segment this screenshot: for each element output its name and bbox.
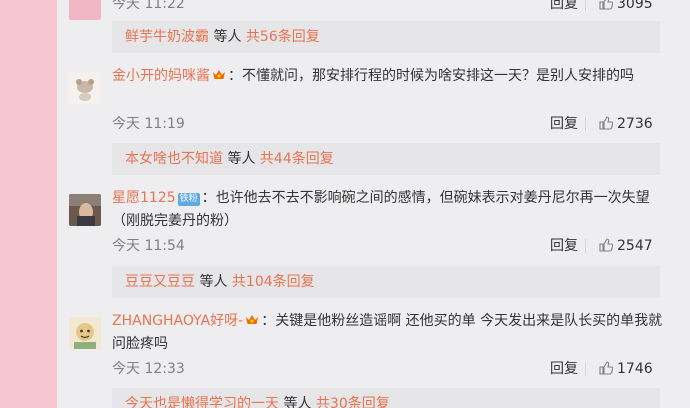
comment-time: 今天 12:33 <box>112 361 185 377</box>
comment-meta: 今天 11:19 回复 2736 <box>112 114 672 134</box>
subreply-user-link[interactable]: 鲜芋牛奶波霸 <box>125 29 209 45</box>
thumbs-up-icon <box>599 0 614 10</box>
thumbs-up-icon <box>599 361 614 375</box>
comment-meta: 今天 11:54 回复 2547 <box>112 236 672 256</box>
subreply-box[interactable]: 今天也是懒得学习的一天 等人 共30条回复 <box>112 388 660 408</box>
avatar[interactable] <box>69 194 101 226</box>
thumbs-up-icon <box>599 238 614 252</box>
comment-time: 今天 11:22 <box>112 0 185 12</box>
vip-crown-icon <box>246 315 259 324</box>
subreply-count-link[interactable]: 共44条回复 <box>260 151 334 167</box>
comment-text: ZHANGHAOYA好呀- ：关键是他粉丝造谣啊 还他买的单 今天发出来是队长买的… <box>112 310 672 356</box>
divider <box>585 362 586 376</box>
subreply-count-link[interactable]: 共104条回复 <box>232 274 315 290</box>
comment-text: 星愿1125 铁粉 ：也许他去不去不影响碗之间的感情，但碗妹表示对姜丹尼尔再一次失望… <box>112 187 672 233</box>
comment-body: ：不懂就问，那安排行程的时候为啥安排这一天？是别人安排的吗 <box>228 68 634 84</box>
divider <box>585 117 586 131</box>
subreply-connector: 等人 <box>213 29 242 45</box>
comment-username[interactable]: 星愿1125 <box>112 190 176 206</box>
subreply-connector: 等人 <box>283 396 312 408</box>
like-count: 2547 <box>617 238 653 254</box>
divider <box>585 0 586 11</box>
subreply-user-link[interactable]: 本女啥也不知道 <box>125 151 223 167</box>
like-count: 2736 <box>617 116 653 132</box>
subreply-count-link[interactable]: 共56条回复 <box>246 29 320 45</box>
like-button[interactable]: 2736 <box>599 114 653 134</box>
comment-meta: 今天 12:33 回复 1746 <box>112 359 672 379</box>
like-button[interactable]: 3095 <box>599 0 653 14</box>
comment-meta: 今天 11:22 回复 3095 <box>112 0 672 14</box>
like-count: 3095 <box>617 0 653 12</box>
like-button[interactable]: 1746 <box>599 359 653 379</box>
avatar[interactable] <box>69 0 101 20</box>
like-button[interactable]: 2547 <box>599 236 653 256</box>
subreply-box[interactable]: 鲜芋牛奶波霸 等人 共56条回复 <box>112 21 660 53</box>
divider <box>585 239 586 253</box>
reply-button[interactable]: 回复 <box>550 236 578 256</box>
comment-time: 今天 11:19 <box>112 116 185 132</box>
subreply-connector: 等人 <box>227 151 256 167</box>
fan-badge: 铁粉 <box>177 193 200 206</box>
comment-username[interactable]: 金小开的妈咪酱 <box>112 68 210 84</box>
vip-crown-icon <box>213 70 225 79</box>
reply-button[interactable]: 回复 <box>550 0 578 14</box>
thumbs-up-icon <box>599 116 614 130</box>
reply-button[interactable]: 回复 <box>550 359 578 379</box>
reply-button[interactable]: 回复 <box>550 114 578 134</box>
subreply-count-link[interactable]: 共30条回复 <box>316 396 390 408</box>
comment-text: 金小开的妈咪酱 ：不懂就问，那安排行程的时候为啥安排这一天？是别人安排的吗 <box>112 65 672 88</box>
subreply-box[interactable]: 豆豆又豆豆 等人 共104条回复 <box>112 266 660 298</box>
subreply-connector: 等人 <box>199 274 228 290</box>
subreply-user-link[interactable]: 豆豆又豆豆 <box>125 274 195 290</box>
subreply-box[interactable]: 本女啥也不知道 等人 共44条回复 <box>112 143 660 175</box>
like-count: 1746 <box>617 361 653 377</box>
comments-panel: 今天 11:22 回复 3095 鲜芋牛奶波霸 等人 共56条回复 金小开的妈咪… <box>57 0 690 408</box>
avatar[interactable] <box>69 72 101 104</box>
subreply-user-link[interactable]: 今天也是懒得学习的一天 <box>125 396 279 408</box>
comment-username[interactable]: ZHANGHAOYA好呀- <box>112 313 243 329</box>
avatar[interactable] <box>69 317 101 349</box>
comment-time: 今天 11:54 <box>112 238 185 254</box>
